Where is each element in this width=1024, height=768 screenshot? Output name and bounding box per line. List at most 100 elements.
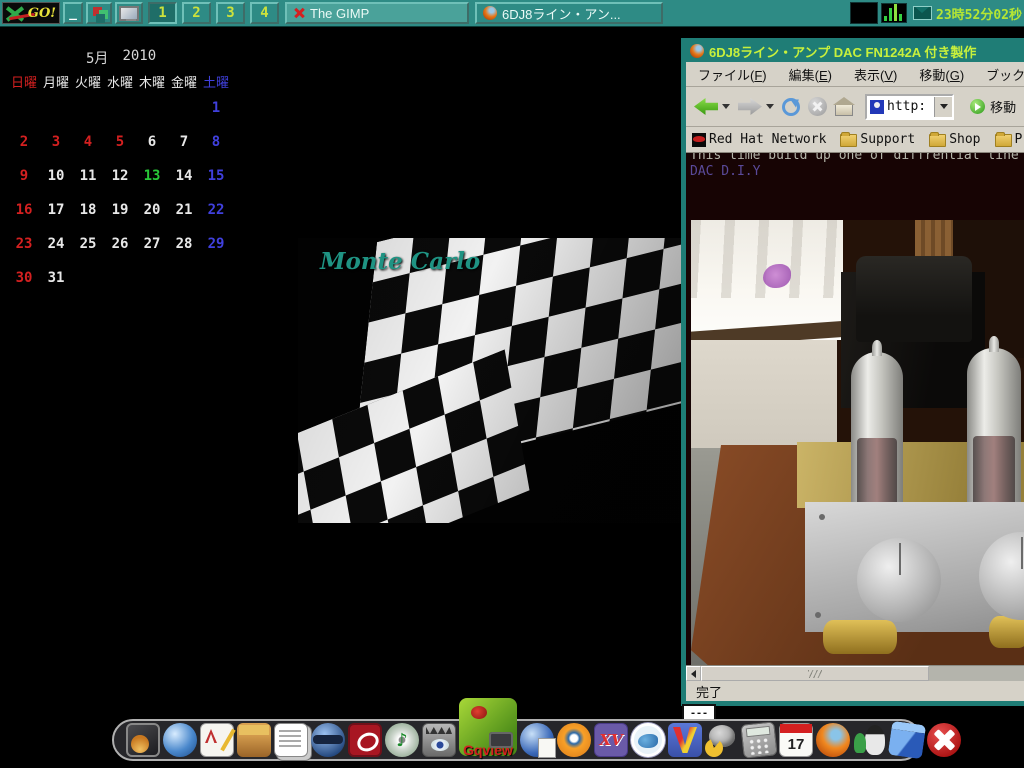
calendar-header-月曜: 月曜 bbox=[40, 72, 72, 91]
bookmarks-bar: Red Hat Network Support Shop Product bbox=[686, 127, 1024, 153]
clock: 23時52分02秒 bbox=[936, 4, 1022, 23]
dock-item-terminal-shell[interactable] bbox=[126, 723, 160, 757]
calendar-header-金曜: 金曜 bbox=[168, 72, 200, 91]
toolbar: http: 移動 bbox=[686, 87, 1024, 127]
bookmark-shop[interactable]: Shop bbox=[929, 132, 980, 147]
reload-button[interactable] bbox=[782, 98, 800, 116]
dock-item-firefox[interactable] bbox=[816, 723, 850, 757]
scrollbar-thumb[interactable] bbox=[701, 666, 929, 681]
minimize-all-button[interactable]: _ bbox=[63, 2, 83, 24]
horizontal-scrollbar[interactable] bbox=[686, 665, 1024, 681]
dock-item-gimp[interactable] bbox=[705, 723, 739, 757]
desktop: GO! _ 1234 The GIMP6DJ8ライン・アン... 23時52分0… bbox=[0, 0, 1024, 768]
workspace-button-4[interactable]: 4 bbox=[250, 2, 279, 24]
site-icon bbox=[870, 100, 884, 114]
calendar-day-14: 14 bbox=[168, 168, 200, 184]
dock-item-gqview[interactable]: Gqview bbox=[459, 698, 517, 756]
url-field[interactable]: http: bbox=[865, 94, 954, 120]
calendar-day-22: 22 bbox=[200, 202, 232, 218]
bookmark-label: Shop bbox=[949, 132, 980, 147]
bookmark-label: Red Hat Network bbox=[709, 132, 826, 147]
calendar-year: 2010 bbox=[122, 48, 156, 68]
taskbar-task-browser[interactable]: 6DJ8ライン・アン... bbox=[475, 2, 663, 24]
workspace-button-1[interactable]: 1 bbox=[148, 2, 177, 24]
forward-button[interactable] bbox=[738, 98, 762, 115]
menu-item[interactable]: ブックマーク(B) bbox=[986, 65, 1024, 84]
go-button[interactable]: 移動 bbox=[970, 97, 1016, 116]
menu-item[interactable]: 編集(E) bbox=[789, 65, 832, 84]
menubar: ファイル(F) 編集(E) 表示(V) 移動(G) ブックマーク(B) bbox=[686, 62, 1024, 87]
dock-item-network-places[interactable] bbox=[520, 723, 554, 757]
bookmark-red-hat-network[interactable]: Red Hat Network bbox=[692, 132, 826, 147]
task-list: The GIMP 6DJ8ライン・アン... bbox=[279, 2, 663, 24]
taskbar-task-gimp[interactable]: The GIMP bbox=[285, 2, 469, 24]
mail-icon[interactable] bbox=[913, 6, 932, 20]
dock-item-audio-player[interactable] bbox=[311, 723, 345, 757]
menu-item[interactable]: 表示(V) bbox=[854, 65, 897, 84]
dock-item-tux-games[interactable] bbox=[853, 723, 887, 757]
back-button[interactable] bbox=[694, 98, 718, 115]
dock-item-xv[interactable]: XV bbox=[594, 723, 628, 757]
dock-item-package[interactable] bbox=[237, 723, 271, 757]
dock-item-pdf-viewer[interactable] bbox=[348, 723, 382, 757]
chevron-down-icon bbox=[940, 104, 948, 109]
photo-brass-foot bbox=[823, 620, 897, 654]
calendar-day-4: 4 bbox=[72, 134, 104, 150]
url-dropdown-button[interactable] bbox=[934, 97, 952, 117]
url-text[interactable]: http: bbox=[887, 99, 934, 114]
calendar-day-27: 27 bbox=[136, 236, 168, 252]
calendar-header-火曜: 火曜 bbox=[72, 72, 104, 91]
flag-shading bbox=[298, 238, 688, 523]
stop-button[interactable] bbox=[808, 97, 827, 116]
dock-item-red-cross[interactable] bbox=[927, 723, 961, 757]
calendar-day-17: 17 bbox=[40, 202, 72, 218]
home-button[interactable] bbox=[835, 104, 853, 116]
dock-item-bluefish[interactable] bbox=[631, 723, 665, 757]
workspace-button-3[interactable]: 3 bbox=[216, 2, 245, 24]
calendar-day-26: 26 bbox=[104, 236, 136, 252]
dock-item-blender[interactable] bbox=[557, 723, 591, 757]
dock-item-calculator[interactable] bbox=[740, 721, 777, 758]
menu-item[interactable]: ファイル(F) bbox=[698, 65, 767, 84]
calendar-day-24: 24 bbox=[40, 236, 72, 252]
window-titlebar[interactable]: 6DJ8ライン・アンプ DAC FN1242A 付き製作 bbox=[686, 40, 1024, 62]
calendar-header-水曜: 水曜 bbox=[104, 72, 136, 91]
calendar-day-19: 19 bbox=[104, 202, 136, 218]
dock-glyph: XV bbox=[595, 724, 627, 756]
dock-item-music-cd[interactable]: ♪ bbox=[385, 723, 419, 757]
go-logo[interactable]: GO! bbox=[2, 2, 60, 24]
dock-item-web-globe[interactable] bbox=[163, 723, 197, 757]
forward-dropdown-icon[interactable] bbox=[766, 104, 774, 109]
wallpaper-caption: Monte Carlo bbox=[320, 248, 480, 275]
dock-item-documents[interactable] bbox=[274, 723, 308, 757]
dock-item-video-player[interactable] bbox=[422, 723, 456, 757]
browser-window: 6DJ8ライン・アンプ DAC FN1242A 付き製作 ファイル(F) 編集(E… bbox=[681, 38, 1024, 706]
status-bar: 完了 bbox=[686, 681, 1024, 701]
pager-icon bbox=[96, 14, 105, 23]
calendar-month: 5月 bbox=[86, 48, 108, 68]
calendar-day-29: 29 bbox=[200, 236, 232, 252]
taskbar: GO! _ 1234 The GIMP 6DJ8ライン・アン... 23時52分0… bbox=[0, 0, 1024, 27]
dock: ♪GqviewXV17 bbox=[112, 719, 922, 761]
scroll-left-button[interactable] bbox=[686, 666, 701, 681]
folder-icon bbox=[929, 134, 946, 147]
dock-item-text-editor[interactable] bbox=[200, 723, 234, 757]
calendar-day-31: 31 bbox=[40, 270, 72, 286]
spectrum-bar-icon bbox=[889, 8, 892, 21]
workspace-switcher: 1234 bbox=[143, 2, 279, 24]
calendar-title: 5月 2010 bbox=[86, 48, 156, 68]
pager-applet[interactable] bbox=[850, 2, 878, 24]
dock-item-paint-v[interactable] bbox=[668, 723, 702, 757]
calendar-day-23: 23 bbox=[8, 236, 40, 252]
dock-item-calendar-17[interactable]: 17 bbox=[779, 723, 813, 757]
bookmark-support[interactable]: Support bbox=[840, 132, 915, 147]
back-dropdown-icon[interactable] bbox=[722, 104, 730, 109]
bookmark-product[interactable]: Product bbox=[995, 132, 1024, 147]
dock-item-blue-cube[interactable] bbox=[888, 721, 926, 759]
show-desktop-button[interactable] bbox=[115, 2, 143, 24]
system-monitor-applet[interactable] bbox=[881, 3, 907, 23]
page-content: This time build up one of diffrential li… bbox=[686, 153, 1024, 665]
menu-item[interactable]: 移動(G) bbox=[919, 65, 964, 84]
pager-button[interactable] bbox=[86, 2, 112, 24]
workspace-button-2[interactable]: 2 bbox=[182, 2, 211, 24]
